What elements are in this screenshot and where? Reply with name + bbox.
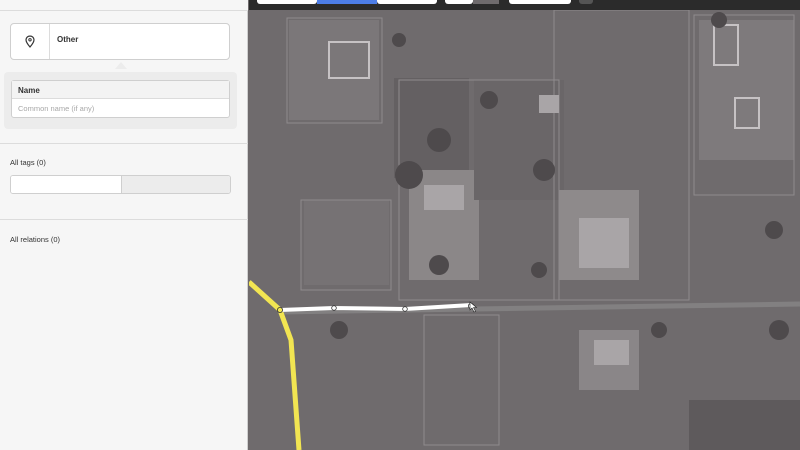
yellow-road[interactable] xyxy=(249,280,302,450)
tag-key-input[interactable] xyxy=(11,176,122,193)
tag-value-input[interactable] xyxy=(122,176,230,193)
name-field: Name xyxy=(11,80,230,118)
map-top-toolbar xyxy=(249,0,800,10)
name-field-label: Name xyxy=(12,81,229,99)
all-tags-toggle[interactable]: All tags (0) xyxy=(10,158,46,167)
toolbar-button[interactable] xyxy=(579,0,593,4)
way-node[interactable] xyxy=(276,306,283,313)
toolbar-button[interactable] xyxy=(377,0,437,4)
name-input[interactable] xyxy=(12,100,229,117)
preset-caret xyxy=(115,62,127,69)
toolbar-button-active[interactable] xyxy=(317,0,377,4)
all-relations-toggle[interactable]: All relations (0) xyxy=(10,235,60,244)
preset-icon-cell xyxy=(11,24,50,59)
pointer-cursor-icon xyxy=(469,301,478,313)
map-canvas[interactable] xyxy=(249,0,800,450)
inspector-sidebar: Other Name All tags (0) All relations (0… xyxy=(0,0,248,450)
selected-way[interactable] xyxy=(279,303,472,312)
preset-button[interactable]: Other xyxy=(10,23,230,60)
preset-name: Other xyxy=(57,35,79,44)
toolbar-button[interactable] xyxy=(257,0,317,4)
preset-fields: Name xyxy=(4,72,237,129)
sidebar-header xyxy=(0,0,248,11)
way-node[interactable] xyxy=(331,305,337,311)
way-node[interactable] xyxy=(402,306,408,312)
toolbar-button[interactable] xyxy=(509,0,571,4)
roads-overlay xyxy=(249,280,478,450)
section-divider xyxy=(0,219,248,220)
map-marker-icon xyxy=(25,35,35,48)
section-divider xyxy=(0,143,248,144)
toolbar-button[interactable] xyxy=(445,0,473,4)
toolbar-button-disabled xyxy=(473,0,499,4)
tag-row xyxy=(10,175,231,194)
